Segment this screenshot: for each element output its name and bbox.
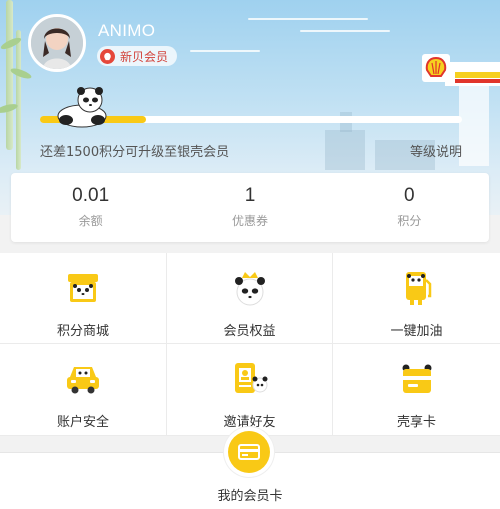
car-icon (67, 367, 99, 394)
menu-item-label: 积分商城 (56, 324, 109, 339)
menu-item-points-mall[interactable]: 积分商城 (0, 253, 167, 344)
shop-icon (68, 274, 98, 302)
member-level-label: 新贝会员 (120, 49, 169, 64)
shell-badge-icon (100, 48, 115, 64)
level-description-link[interactable]: 等级说明 (410, 141, 462, 160)
stat-label: 积分 (397, 213, 422, 228)
stat-balance[interactable]: 0.01 余额 (11, 173, 170, 242)
feature-grid: 积分商城 会员权益 一键加油 账户安全 邀请好友 壳享卡 (0, 253, 500, 436)
avatar-photo (31, 17, 83, 69)
station-pillar (459, 86, 489, 166)
menu-item-account-security[interactable]: 账户安全 (0, 344, 167, 436)
bamboo-decoration (16, 30, 21, 170)
menu-item-member-benefits[interactable]: 会员权益 (167, 253, 333, 344)
stat-label: 优惠券 (231, 213, 268, 228)
stat-value: 0.01 (72, 185, 110, 207)
username: ANIMO (98, 21, 156, 40)
my-member-card-label[interactable]: 我的会员卡 (0, 485, 500, 504)
panda-mascot-icon (57, 87, 107, 128)
station-roof-stripe (455, 79, 500, 83)
stat-value: 1 (244, 185, 256, 207)
avatar[interactable] (28, 14, 86, 72)
stat-coupons[interactable]: 1 优惠券 (170, 173, 329, 242)
crown-panda-icon (234, 272, 265, 306)
cloud-decoration (190, 50, 260, 52)
upgrade-hint-text: 还差1500积分可升级至银壳会员 (40, 145, 230, 160)
card-icon (402, 364, 431, 393)
stats-card: 0.01 余额 1 优惠券 0 积分 (11, 173, 489, 242)
member-card-icon-bg (228, 431, 270, 473)
menu-item-label: 壳享卡 (396, 415, 436, 430)
menu-item-label: 账户安全 (56, 415, 109, 430)
member-card-icon (238, 444, 260, 460)
menu-item-label: 一键加油 (390, 324, 443, 339)
stat-points[interactable]: 0 积分 (330, 173, 489, 242)
my-member-card-button[interactable] (224, 427, 274, 477)
station-roof-stripe (455, 72, 500, 78)
stat-label: 余额 (78, 213, 103, 228)
menu-item-invite-friends[interactable]: 邀请好友 (167, 344, 333, 436)
bamboo-decoration (6, 0, 13, 150)
menu-item-label: 会员权益 (223, 324, 276, 339)
building-silhouette (325, 130, 365, 170)
menu-item-shell-card[interactable]: 壳享卡 (333, 344, 500, 436)
shell-logo-icon (422, 54, 450, 82)
cloud-decoration (248, 18, 368, 20)
menu-item-quick-refuel[interactable]: 一键加油 (333, 253, 500, 344)
invite-icon (234, 363, 267, 393)
fuel-pump-icon (405, 272, 431, 305)
cloud-decoration (300, 30, 390, 32)
member-level-badge[interactable]: 新贝会员 (97, 46, 178, 66)
stat-value: 0 (404, 185, 415, 207)
